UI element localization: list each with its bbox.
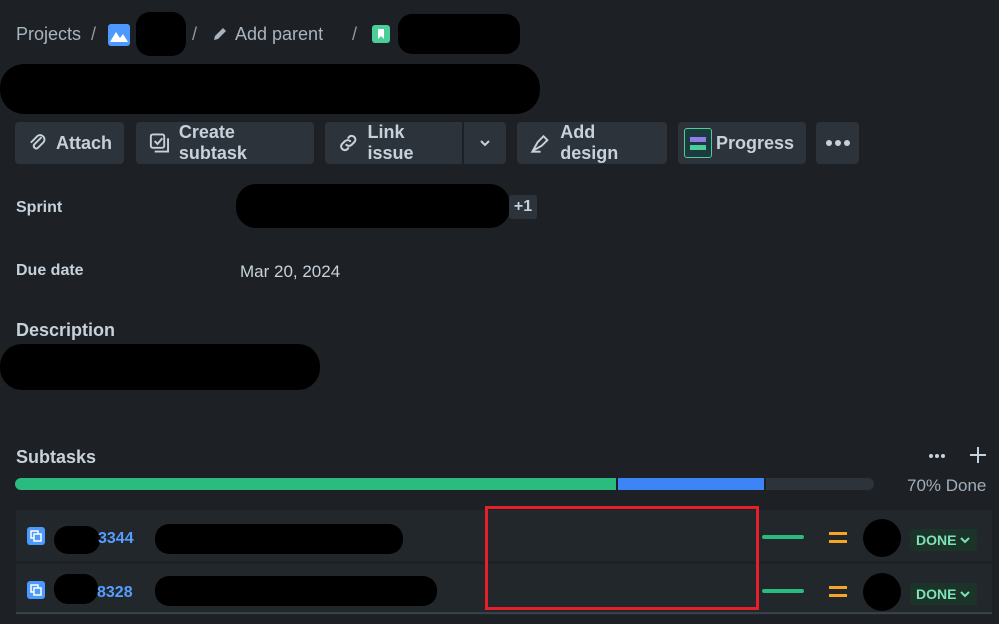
- create-subtask-label: Create subtask: [178, 122, 247, 163]
- design-pen-icon: [530, 134, 549, 154]
- subtasks-heading: Subtasks: [16, 447, 97, 467]
- breadcrumb-projects[interactable]: Projects: [16, 24, 81, 45]
- progress-inprogress-segment: [618, 478, 764, 490]
- redacted-key-prefix: [54, 526, 100, 554]
- assignee-avatar[interactable]: [863, 519, 901, 557]
- breadcrumb-separator: /: [192, 24, 198, 44]
- subtask-key[interactable]: 8328: [97, 584, 133, 602]
- subtask-progress-line: [762, 535, 804, 539]
- plus-icon: [970, 447, 986, 463]
- progress-button[interactable]: Progress: [678, 122, 806, 164]
- subtask-icon: [149, 133, 169, 153]
- add-design-button[interactable]: Add design: [517, 122, 667, 164]
- more-icon: [929, 454, 945, 458]
- breadcrumb-separator: /: [352, 24, 358, 44]
- breadcrumb-separator: /: [91, 24, 97, 44]
- link-icon: [340, 134, 357, 152]
- story-icon[interactable]: [372, 25, 390, 43]
- sprint-more-badge[interactable]: +1: [509, 195, 537, 219]
- more-actions-button[interactable]: [816, 122, 859, 164]
- sprint-more-count: +1: [513, 198, 533, 215]
- chevron-down-icon: [960, 591, 971, 598]
- redacted-subtask-summary: [155, 524, 403, 554]
- description-heading: Description: [16, 320, 116, 340]
- breadcrumb-add-parent[interactable]: Add parent: [235, 24, 323, 45]
- status-text: DONE: [916, 532, 957, 548]
- highlight-box: [485, 506, 759, 610]
- assignee-avatar[interactable]: [863, 573, 901, 611]
- priority-medium-icon: [828, 530, 848, 551]
- redacted-issue-title: [0, 64, 540, 114]
- progress-todo-segment: [766, 478, 874, 490]
- sprint-label: Sprint: [16, 199, 63, 216]
- create-subtask-button[interactable]: Create subtask: [136, 122, 314, 164]
- chevron-down-icon: [960, 537, 971, 544]
- status-text: DONE: [916, 586, 957, 602]
- redacted-key-prefix: [54, 574, 98, 604]
- link-issue-dropdown-button[interactable]: [464, 122, 506, 164]
- due-date-label: Due date: [16, 262, 84, 279]
- status-badge[interactable]: DONE: [910, 529, 978, 551]
- redacted-description: [0, 344, 320, 390]
- subtask-type-icon: [27, 527, 45, 545]
- paperclip-icon: [30, 134, 46, 150]
- link-issue-label: Link issue: [367, 122, 414, 163]
- redacted-sprint-value: [236, 184, 510, 228]
- more-icon: [825, 140, 850, 146]
- progress-percent-text: 70% Done: [907, 476, 987, 495]
- subtask-type-icon: [27, 581, 45, 599]
- progress-done-segment: [15, 478, 616, 490]
- subtask-progress-line: [762, 589, 804, 593]
- priority-medium-icon: [828, 584, 848, 605]
- add-subtask-button[interactable]: [967, 444, 989, 471]
- add-design-label: Add design: [560, 122, 619, 163]
- status-badge[interactable]: DONE: [910, 583, 978, 605]
- due-date-value[interactable]: Mar 20, 2024: [240, 262, 340, 282]
- progress-app-icon: [684, 128, 712, 158]
- link-issue-button[interactable]: Link issue: [325, 122, 462, 164]
- redacted-subtask-summary: [155, 576, 437, 606]
- chevron-down-icon: [480, 140, 490, 147]
- progress-label: Progress: [715, 132, 794, 153]
- subtask-key[interactable]: 3344: [98, 530, 134, 548]
- table-bottom-border: [16, 612, 992, 614]
- pencil-icon: [212, 26, 228, 47]
- project-avatar-icon[interactable]: [108, 24, 130, 46]
- redacted-issue-key: [398, 14, 520, 54]
- attach-button[interactable]: Attach: [15, 122, 124, 164]
- attach-label: Attach: [55, 132, 112, 153]
- redacted-project-name: [136, 12, 186, 56]
- subtasks-more-button[interactable]: [928, 446, 946, 471]
